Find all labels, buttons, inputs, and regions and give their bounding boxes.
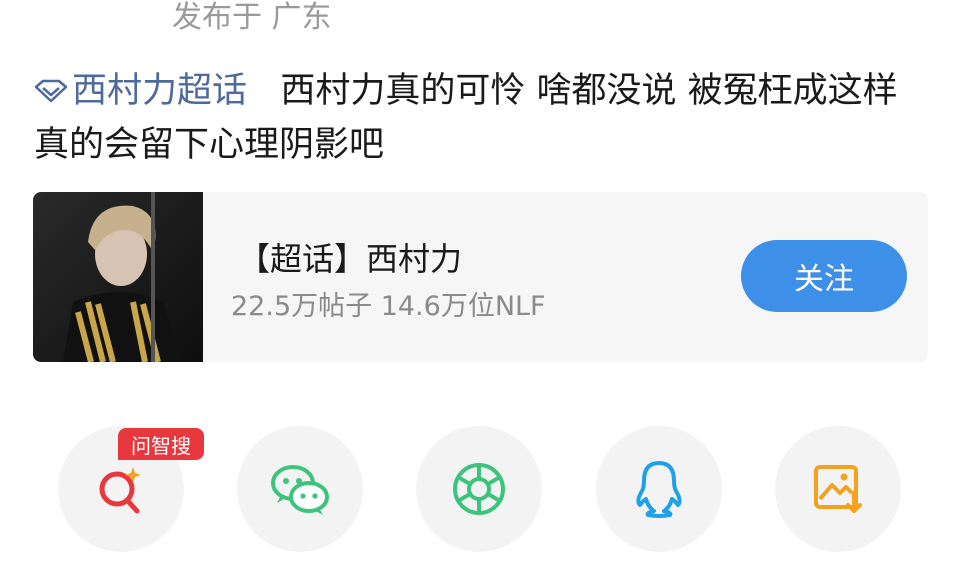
- share-wechat-button[interactable]: [237, 426, 363, 552]
- topic-link-label[interactable]: 西村力超话: [72, 71, 247, 111]
- search-sparkle-icon: [99, 467, 141, 514]
- follow-button[interactable]: 关注: [741, 240, 907, 312]
- topic-card-stats: 22.5万帖子 14.6万位NLF: [231, 291, 546, 322]
- wechat-icon: [271, 465, 329, 515]
- save-image-icon: [814, 465, 862, 513]
- share-qq-button[interactable]: [596, 426, 722, 552]
- topic-card-title: 【超话】西村力: [238, 240, 463, 278]
- post-location: 发布于 广东: [172, 0, 332, 35]
- share-save-image-button[interactable]: [775, 426, 901, 552]
- topic-card[interactable]: 【超话】西村力 22.5万帖子 14.6万位NLF 关注: [33, 192, 928, 362]
- diamond-icon: [34, 79, 68, 103]
- ai-search-badge: 问智搜: [118, 428, 204, 460]
- share-moments-button[interactable]: [416, 426, 542, 552]
- topic-avatar[interactable]: [33, 192, 203, 362]
- topic-link[interactable]: 西村力超话: [34, 71, 258, 111]
- qq-icon: [636, 461, 682, 518]
- post-body: 西村力超话 西村力真的可怜 啥都没说 被冤枉成这样 真的会留下心理阴影吧: [34, 64, 934, 172]
- moments-icon: [453, 463, 505, 515]
